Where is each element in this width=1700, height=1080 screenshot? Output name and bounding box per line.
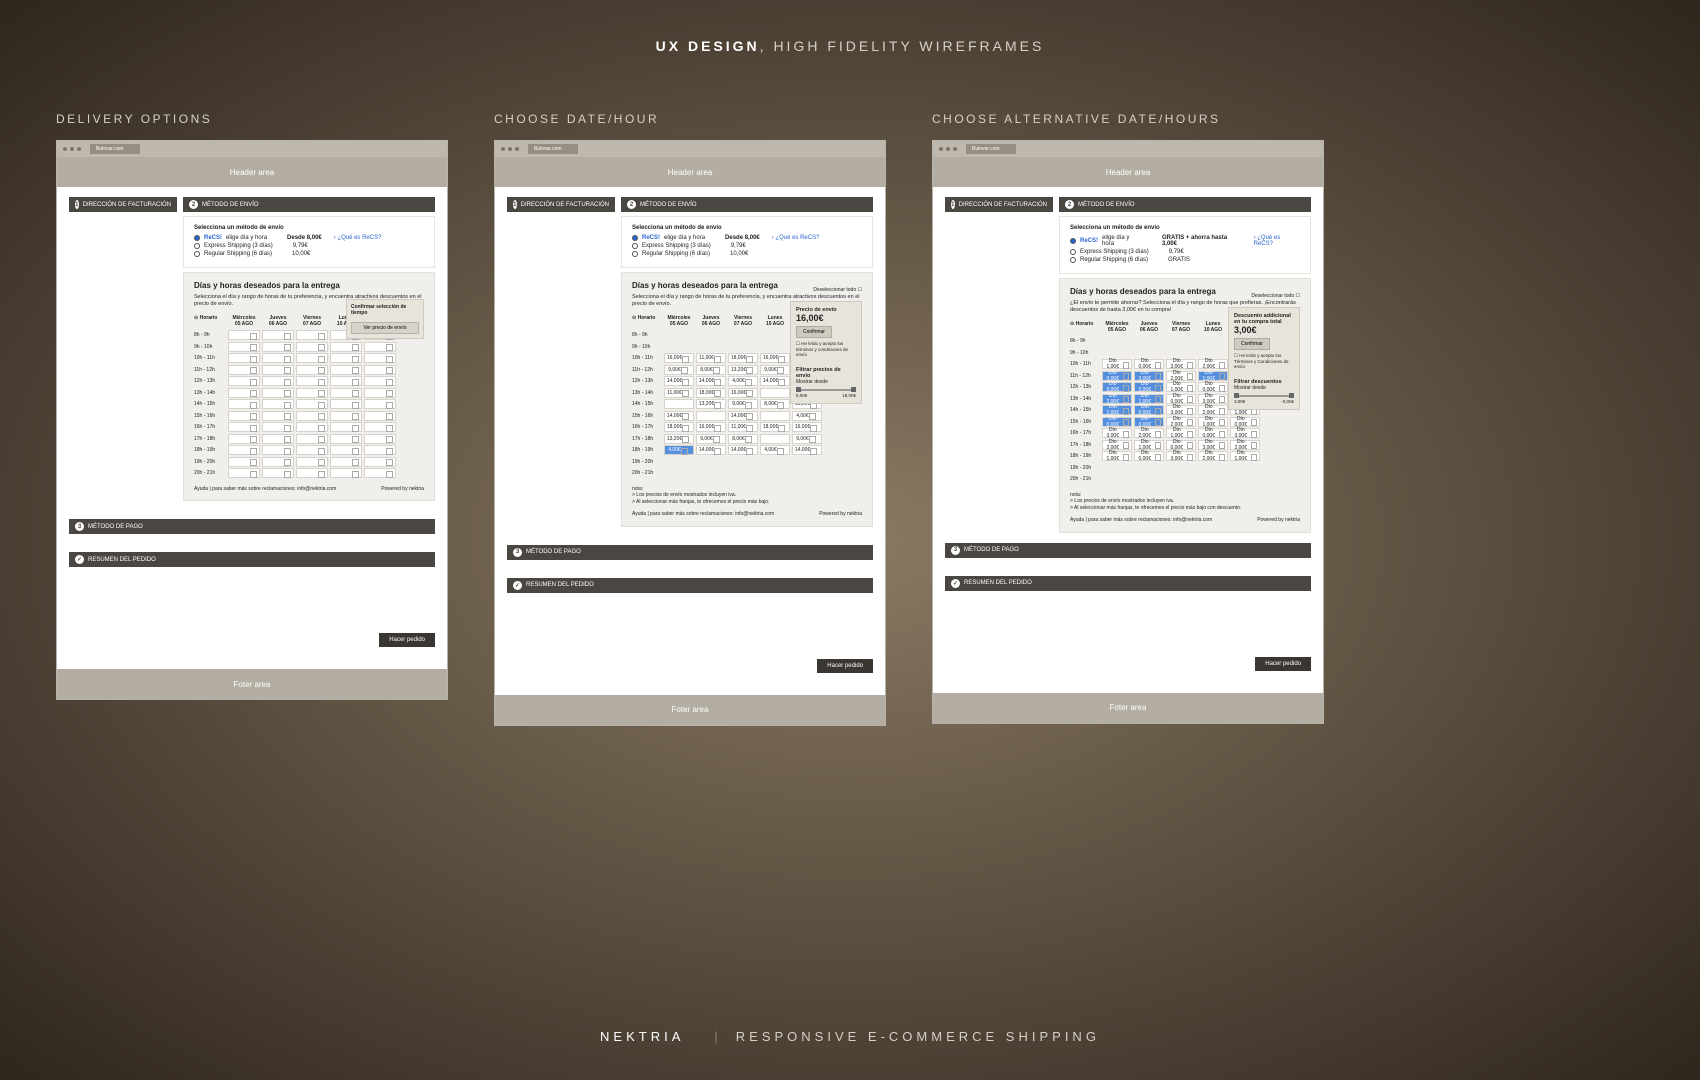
- see-price-button[interactable]: Ver precio de envío: [351, 322, 419, 334]
- step-summary[interactable]: ✓RESUMEN DEL PEDIDO: [69, 552, 435, 567]
- step-payment[interactable]: 3MÉTODO DE PAGO: [69, 519, 435, 534]
- page-title: UX DESIGN, HIGH FIDELITY WIREFRAMES: [0, 0, 1700, 54]
- footer-area: Foter area: [57, 669, 447, 699]
- wireframe-b: Bulevar.com Header area 1DIRECCIÓN DE FA…: [494, 140, 886, 726]
- place-order-button[interactable]: Hacer pedido: [379, 633, 435, 647]
- wireframe-c: Bulevar.com Header area 1DIRECCIÓN DE FA…: [932, 140, 1324, 724]
- price-slider[interactable]: [796, 389, 856, 391]
- col-a-title: DELIVERY OPTIONS: [56, 112, 448, 126]
- step-shipping[interactable]: 2MÉTODO DE ENVÍO: [183, 197, 435, 212]
- opt-recs[interactable]: ReCS!elige día y horaDesde 8,00€› ¿Qué e…: [194, 235, 424, 241]
- deselect-all[interactable]: Deseleccionar todo ☐: [813, 287, 862, 293]
- footer-caption: NEKTRIA|RESPONSIVE E-COMMERCE SHIPPING: [0, 1029, 1700, 1044]
- opt-express[interactable]: Express Shipping (3 días)9,79€: [194, 243, 424, 249]
- col-b-title: CHOOSE DATE/HOUR: [494, 112, 886, 126]
- col-c-title: CHOOSE ALTERNATIVE DATE/HOURS: [932, 112, 1324, 126]
- opt-regular[interactable]: Regular Shipping (6 días)10,00€: [194, 251, 424, 257]
- step-billing[interactable]: 1DIRECCIÓN DE FACTURACIÓN: [69, 197, 177, 212]
- wireframe-a: Bulevar.com Header area 1DIRECCIÓN DE FA…: [56, 140, 448, 700]
- discount-sidebox: Descuento addicional en tu compra total …: [1228, 307, 1300, 410]
- confirm-box: Confirmar selección de tiempo Ver precio…: [346, 299, 424, 339]
- confirm-button[interactable]: Confirmar: [796, 326, 832, 338]
- time-grid-a: ⊙ Horario8h - 9h9h - 10h10h - 11h11h - 1…: [194, 316, 424, 480]
- header-area: Header area: [57, 157, 447, 187]
- price-sidebox: Precio de envío 16,00€ Confirmar ☐ He le…: [790, 301, 862, 404]
